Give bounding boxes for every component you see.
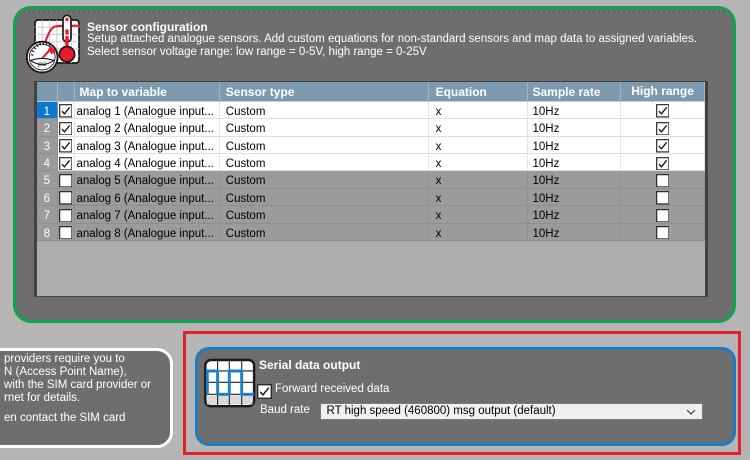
svg-text:psi: psi xyxy=(38,61,47,68)
